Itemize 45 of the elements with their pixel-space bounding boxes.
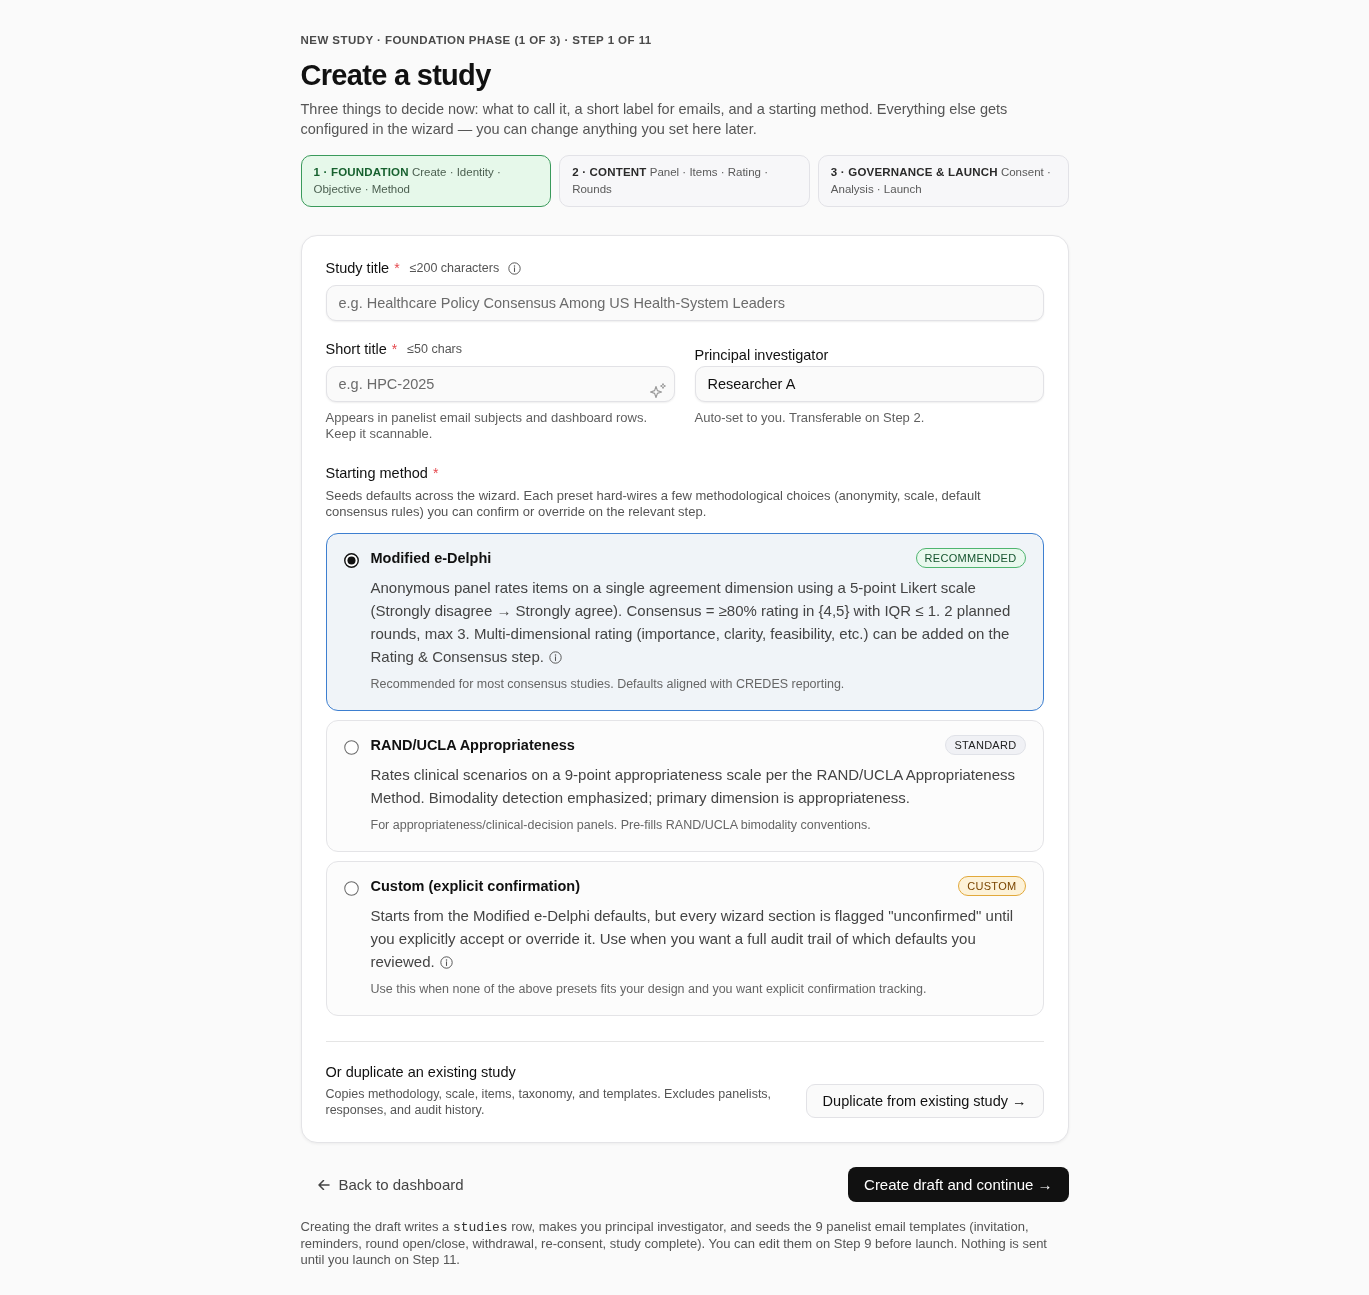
- study-title-field[interactable]: e.g. Healthcare Policy Consensus Among US Health-System Leaders: [325, 285, 1044, 321]
- option-description: Anonymous panel rates items on a single agreement dimension using a 5-point Likert scale (Strongly disagree → Strongly agree). Consensus = ≥80% rating in {4,5} with IQR ≤ 1. 2 planned rounds, max 3. Multi-dimensional rating (importance, clarity, feasibility, etc.) can be added on the Rating & Consensus step.: [370, 579, 1011, 665]
- breadcrumb: NEW STUDY · FOUNDATION PHASE (1 OF 3) · STEP 1 OF 11: [300, 33, 653, 48]
- phase-tab[interactable]: 1 · FOUNDATION Create · Identity · Objective · Method: [300, 155, 552, 207]
- required-mark: *: [432, 464, 439, 483]
- option-note: Use this when none of the above presets fits your design and you want explicit confirmation tracking.: [370, 981, 928, 997]
- radio-button[interactable]: [343, 881, 359, 896]
- back-button[interactable]: Back to dashboard: [300, 1170, 474, 1199]
- short-title-field[interactable]: e.g. HPC-2025: [325, 366, 675, 402]
- radio-button[interactable]: [343, 553, 359, 568]
- option-badge: CUSTOM: [958, 876, 1026, 896]
- option-title: Custom (explicit confirmation): [370, 877, 580, 896]
- duplicate-heading: Or duplicate an existing study: [325, 1063, 517, 1082]
- field-label: Study title: [325, 259, 390, 278]
- option-badge: STANDARD: [945, 735, 1026, 755]
- option-note: Recommended for most consensus studies. Defaults aligned with CREDES reporting.: [370, 676, 846, 692]
- character-limit: ≤200 characters: [409, 260, 500, 276]
- option-note: For appropriateness/clinical-decision panels. Pre-fills RAND/UCLA bimodality conventions.: [370, 817, 872, 833]
- phase-tab[interactable]: 2 · CONTENT Panel · Items · Rating · Rounds: [559, 155, 810, 207]
- required-mark: *: [391, 340, 398, 359]
- duplicate-button[interactable]: Duplicate from existing study →: [805, 1084, 1044, 1118]
- character-limit: ≤50 chars: [407, 341, 462, 357]
- footer-note: Creating the draft writes a studies row, makes you principal investigator, and seeds the 9 panelist email templates (invitation, reminders, round open/close, withdrawal, re-consent, study complete). You can edit them on Step 9 before launch. Nothing is sent until you launch on Step 11.: [300, 1219, 1048, 1268]
- help-text: Seeds defaults across the wizard. Each preset hard-wires a few methodological choices (anonymity, scale, default consensus rules) you can confirm or override on the relevant step.: [325, 488, 982, 520]
- principal-investigator-field[interactable]: Researcher A: [694, 366, 1044, 402]
- field-label: Short title: [325, 340, 387, 359]
- create-draft-button[interactable]: Create draft and continue →: [848, 1167, 1069, 1202]
- option-description: Rates clinical scenarios on a 9-point appropriateness scale per the RAND/UCLA Appropriateness Method. Bimodality detection emphasized; primary dimension is appropriateness.: [370, 766, 1015, 806]
- required-mark: *: [394, 259, 400, 278]
- field-label: Starting method: [325, 464, 428, 483]
- option-badge: RECOMMENDED: [915, 548, 1026, 568]
- phase-tab[interactable]: 3 · GOVERNANCE & LAUNCH Consent · Analysis · Launch: [817, 155, 1069, 207]
- field-label: Principal investigator: [694, 346, 829, 365]
- option-description: Starts from the Modified e-Delphi defaults, but every wizard section is flagged "unconfirmed" until you explicitly accept or override it. Use when you want a full audit trail of which defaults you reviewed.: [370, 907, 1014, 970]
- help-text: Appears in panelist email subjects and dashboard rows. Keep it scannable.: [325, 410, 649, 442]
- arrow-left-icon: [317, 1179, 330, 1190]
- intro-text: Three things to decide now: what to call it, a short label for emails, and a starting method. Everything else gets configured in the wizard — you can change anything you set here later.: [300, 100, 1009, 139]
- page-title: Create a study: [300, 58, 492, 93]
- option-title: Modified e-Delphi: [370, 549, 492, 568]
- sparkle-icon[interactable]: [649, 383, 666, 399]
- option-title: RAND/UCLA Appropriateness: [370, 736, 575, 755]
- method-option[interactable]: [325, 533, 1044, 711]
- radio-button[interactable]: [343, 740, 359, 755]
- help-text: Auto-set to you. Transferable on Step 2.: [694, 410, 926, 426]
- duplicate-description: Copies methodology, scale, items, taxonomy, and templates. Excludes panelists, responses, and audit history.: [325, 1086, 773, 1118]
